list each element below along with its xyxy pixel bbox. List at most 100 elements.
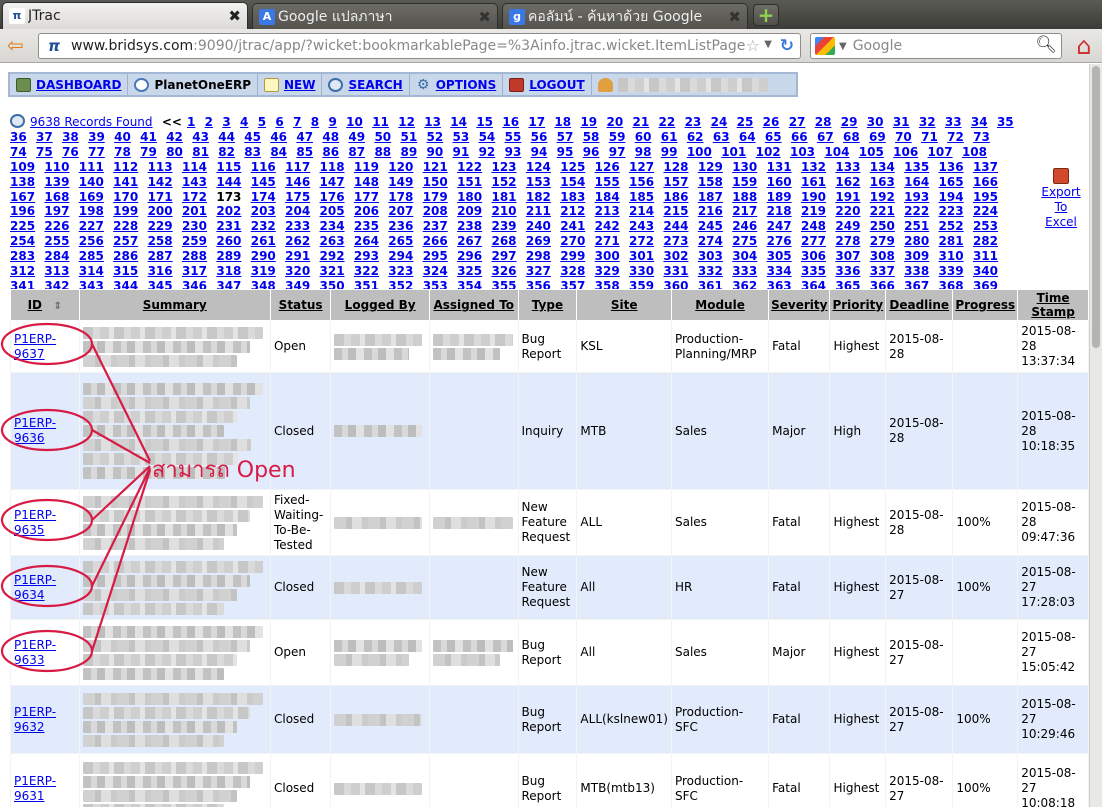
page-link[interactable]: 31 <box>893 115 910 129</box>
page-link[interactable]: 312 <box>10 264 35 278</box>
page-link[interactable]: 160 <box>767 175 792 189</box>
page-link[interactable]: 174 <box>251 190 276 204</box>
close-icon[interactable]: ✖ <box>728 8 741 26</box>
page-link[interactable]: 331 <box>663 264 688 278</box>
page-link[interactable]: 25 <box>737 115 754 129</box>
page-link[interactable]: 155 <box>595 175 620 189</box>
page-link[interactable]: 296 <box>457 249 482 263</box>
page-link[interactable]: 17 <box>528 115 545 129</box>
page-link[interactable]: 316 <box>148 264 173 278</box>
page-link[interactable]: 320 <box>285 264 310 278</box>
page-link[interactable]: 179 <box>423 190 448 204</box>
menu-new[interactable]: NEW <box>258 74 323 95</box>
page-link[interactable]: 224 <box>973 204 998 218</box>
page-link[interactable]: 45 <box>244 130 261 144</box>
page-link[interactable]: 150 <box>423 175 448 189</box>
records-found-link[interactable]: 9638 Records Found <box>30 115 153 129</box>
page-link[interactable]: 153 <box>526 175 551 189</box>
page-link[interactable]: 277 <box>801 234 826 248</box>
page-link[interactable]: 161 <box>801 175 826 189</box>
address-bar[interactable]: π www.bridsys.com:9090/jtrac/app/?wicket… <box>38 33 801 59</box>
page-link[interactable]: 169 <box>79 190 104 204</box>
search-input[interactable]: Google <box>853 38 902 54</box>
page-link[interactable]: 185 <box>629 190 654 204</box>
page-link[interactable]: 6 <box>275 115 283 129</box>
page-link[interactable]: 116 <box>251 160 276 174</box>
page-link[interactable]: 334 <box>767 264 792 278</box>
page-link[interactable]: 82 <box>218 145 235 159</box>
page-link[interactable]: 202 <box>216 204 241 218</box>
page-link[interactable]: 231 <box>216 219 241 233</box>
page-link[interactable]: 114 <box>182 160 207 174</box>
page-link[interactable]: 218 <box>767 204 792 218</box>
page-link[interactable]: 302 <box>663 249 688 263</box>
page-link[interactable]: 238 <box>457 219 482 233</box>
page-link[interactable]: 95 <box>557 145 574 159</box>
page-link[interactable]: 79 <box>140 145 157 159</box>
page-link[interactable]: 322 <box>354 264 379 278</box>
page-link[interactable]: 63 <box>713 130 730 144</box>
page-link[interactable]: 140 <box>79 175 104 189</box>
page-link[interactable]: 61 <box>661 130 678 144</box>
page-link[interactable]: 189 <box>767 190 792 204</box>
page-link[interactable]: 290 <box>251 249 276 263</box>
page-link[interactable]: 60 <box>635 130 652 144</box>
page-link[interactable]: 190 <box>801 190 826 204</box>
page-link[interactable]: 146 <box>285 175 310 189</box>
page-link[interactable]: 182 <box>526 190 551 204</box>
column-header[interactable]: Logged By <box>330 289 431 321</box>
page-link[interactable]: 321 <box>320 264 345 278</box>
page-link[interactable]: 324 <box>423 264 448 278</box>
page-link[interactable]: 127 <box>629 160 654 174</box>
page-link[interactable]: 39 <box>88 130 105 144</box>
page-link[interactable]: 286 <box>113 249 138 263</box>
page-link[interactable]: 181 <box>491 190 516 204</box>
page-link[interactable]: 254 <box>10 234 35 248</box>
tab-jtrac[interactable]: π JTrac ✖ <box>2 2 248 29</box>
reload-icon[interactable]: ↻ <box>780 36 794 56</box>
page-link[interactable]: 260 <box>216 234 241 248</box>
page-link[interactable]: 297 <box>491 249 516 263</box>
page-link[interactable]: 170 <box>113 190 138 204</box>
page-link[interactable]: 108 <box>962 145 987 159</box>
page-link[interactable]: 49 <box>348 130 365 144</box>
page-link[interactable]: 269 <box>526 234 551 248</box>
page-link[interactable]: 278 <box>835 234 860 248</box>
page-link[interactable]: 152 <box>491 175 516 189</box>
page-link[interactable]: 81 <box>192 145 209 159</box>
page-link[interactable]: 4 <box>240 115 248 129</box>
page-link[interactable]: 10 <box>346 115 363 129</box>
page-link[interactable]: 255 <box>44 234 69 248</box>
page-link[interactable]: 318 <box>216 264 241 278</box>
page-link[interactable]: 261 <box>251 234 276 248</box>
page-link[interactable]: 40 <box>114 130 131 144</box>
page-link[interactable]: 121 <box>423 160 448 174</box>
page-link[interactable]: 186 <box>663 190 688 204</box>
page-link[interactable]: 201 <box>182 204 207 218</box>
page-link[interactable]: 279 <box>870 234 895 248</box>
page-link[interactable]: 295 <box>423 249 448 263</box>
page-link[interactable]: 329 <box>595 264 620 278</box>
page-link[interactable]: 249 <box>835 219 860 233</box>
page-link[interactable]: 73 <box>973 130 990 144</box>
page-link[interactable]: 92 <box>479 145 496 159</box>
page-link[interactable]: 243 <box>629 219 654 233</box>
tab-google-translate[interactable]: A Google แปลภาษา ✖ <box>252 3 498 29</box>
scrollbar-thumb[interactable] <box>1092 66 1100 348</box>
page-link[interactable]: 134 <box>870 160 895 174</box>
page-link[interactable]: 133 <box>835 160 860 174</box>
page-link[interactable]: 32 <box>919 115 936 129</box>
page-link[interactable]: 258 <box>148 234 173 248</box>
page-link[interactable]: 338 <box>904 264 929 278</box>
page-link[interactable]: 109 <box>10 160 35 174</box>
page-link[interactable]: 100 <box>687 145 712 159</box>
page-link[interactable]: 200 <box>148 204 173 218</box>
page-link[interactable]: 183 <box>560 190 585 204</box>
page-link[interactable]: 84 <box>270 145 287 159</box>
page-link[interactable]: 172 <box>182 190 207 204</box>
page-link[interactable]: 239 <box>491 219 516 233</box>
page-link[interactable]: 57 <box>557 130 574 144</box>
page-link[interactable]: 294 <box>388 249 413 263</box>
page-link[interactable]: 339 <box>939 264 964 278</box>
page-link[interactable]: 50 <box>374 130 391 144</box>
